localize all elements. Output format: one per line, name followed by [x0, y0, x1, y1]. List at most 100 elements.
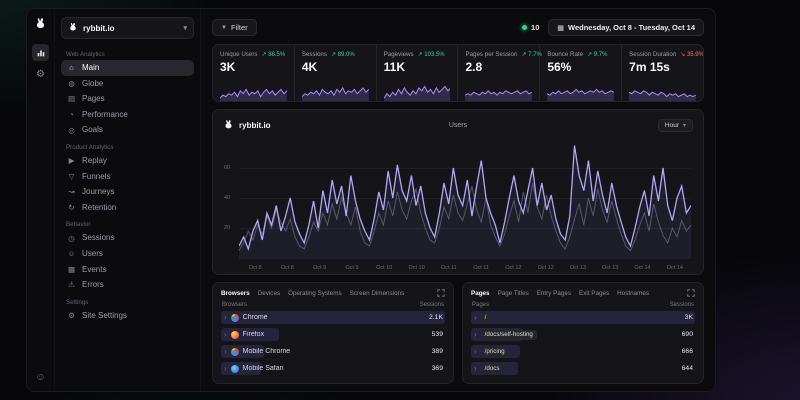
- gear-icon[interactable]: ⚙: [36, 70, 45, 80]
- chevron-right-icon: ›: [474, 347, 477, 356]
- sidebar-item-sessions[interactable]: ◷ Sessions: [61, 230, 194, 246]
- stat-session-duration[interactable]: Session Duration ↘ 35.9% 7m 15s: [622, 45, 703, 101]
- stat-pages-per-session[interactable]: Pages per Session ↗ 7.7% 2.8: [458, 45, 540, 101]
- trend-arrow-icon: ↘: [680, 52, 685, 58]
- chart-site-name: rybbit.io: [239, 121, 271, 130]
- sidebar-item-events[interactable]: ▦ Events: [61, 262, 194, 278]
- sparkline-chart: [547, 85, 614, 101]
- sidebar-item-label: Users: [82, 249, 103, 259]
- errors-icon: ⚠: [67, 280, 76, 289]
- stat-label: Pages per Session: [465, 51, 517, 58]
- sidebar-item-performance[interactable]: ◔ Performance: [61, 107, 194, 123]
- gridline: [239, 168, 691, 169]
- table-row[interactable]: › /docs/self-hosting 690: [471, 327, 695, 342]
- stat-label: Unique Users: [220, 51, 258, 58]
- y-axis-tick: 40: [224, 195, 230, 201]
- chevron-right-icon: ›: [224, 364, 227, 373]
- icon-rail: ⚙ ☺: [27, 9, 55, 391]
- live-visitors-badge[interactable]: 10: [522, 23, 539, 32]
- page-path-chip: /docs/self-hosting: [481, 330, 537, 340]
- table-row[interactable]: › /docs 644: [471, 361, 695, 376]
- stat-sessions[interactable]: Sessions ↗ 89.0% 4K: [295, 45, 377, 101]
- sidebar-item-label: Events: [82, 265, 106, 275]
- pages-icon: ▤: [67, 94, 76, 103]
- table-row[interactable]: › Mobile Safari 369: [221, 361, 445, 376]
- stat-change: ↗ 103.5%: [418, 51, 445, 58]
- rybbit-logo: [34, 17, 47, 35]
- table-row[interactable]: › Chrome 2.1K: [221, 310, 445, 325]
- sidebar-item-users[interactable]: ☺ Users: [61, 246, 194, 262]
- sidebar-item-globe[interactable]: ◍ Globe: [61, 76, 194, 92]
- account-icon[interactable]: ☺: [35, 372, 45, 383]
- expand-icon[interactable]: [437, 289, 445, 297]
- tab-pages[interactable]: Pages: [471, 290, 490, 297]
- interval-select[interactable]: Hour ▾: [658, 119, 693, 132]
- analytics-app-icon[interactable]: [32, 44, 49, 61]
- row-bar: [471, 311, 695, 324]
- stat-label: Pageviews: [384, 51, 414, 58]
- sidebar-item-retention[interactable]: ↻ Retention: [61, 200, 194, 216]
- site-selector[interactable]: rybbit.io ▾: [61, 17, 194, 39]
- stat-value: 7m 15s: [629, 60, 696, 74]
- tab-screen-dimensions[interactable]: Screen Dimensions: [350, 290, 405, 297]
- tab-devices[interactable]: Devices: [258, 290, 280, 297]
- chevron-right-icon: ›: [224, 330, 227, 339]
- column-headers: PagesSessions: [472, 302, 694, 308]
- sidebar-item-funnels[interactable]: ▽ Funnels: [61, 169, 194, 185]
- tab-hostnames[interactable]: Hostnames: [617, 290, 649, 297]
- tab-exit-pages[interactable]: Exit Pages: [579, 290, 609, 297]
- sidebar-item-errors[interactable]: ⚠ Errors: [61, 277, 194, 293]
- chevron-right-icon: ›: [224, 347, 227, 356]
- filter-button[interactable]: ▼ Filter: [212, 19, 257, 36]
- sparkline-chart: [302, 85, 369, 101]
- sidebar-item-main[interactable]: ⌂ Main: [61, 60, 194, 76]
- table-row[interactable]: › /pricing 666: [471, 344, 695, 359]
- row-value: 389: [432, 348, 445, 355]
- stat-pageviews[interactable]: Pageviews ↗ 103.5% 11K: [377, 45, 459, 101]
- date-range-button[interactable]: ▦ Wednesday, Oct 8 - Tuesday, Oct 14: [548, 19, 704, 36]
- stat-bounce-rate[interactable]: Bounce Rate ↗ 9.7% 56%: [540, 45, 622, 101]
- section-label-behavior: Behavior: [66, 221, 189, 228]
- stat-value: 56%: [547, 60, 614, 74]
- trend-arrow-icon: ↗: [418, 52, 423, 58]
- site-logo-icon: [68, 22, 78, 34]
- table-row[interactable]: › Firefox 539: [221, 327, 445, 342]
- sidebar-item-replay[interactable]: ▶ Replay: [61, 153, 194, 169]
- row-label: Firefox: [243, 331, 264, 338]
- table-row[interactable]: › / 3K: [471, 310, 695, 325]
- sidebar-item-label: Pages: [82, 94, 105, 104]
- sidebar-item-label: Performance: [82, 110, 128, 120]
- page-path-chip: /pricing: [481, 347, 509, 357]
- goals-icon: ◎: [67, 126, 76, 135]
- chrome-icon: [231, 348, 239, 356]
- sidebar-item-label: Goals: [82, 125, 103, 135]
- tab-operating-systems[interactable]: Operating Systems: [288, 290, 342, 297]
- sidebar-item-site-settings[interactable]: ⚙ Site Settings: [61, 308, 194, 324]
- chevron-down-icon: ▾: [183, 24, 187, 32]
- row-value: 666: [682, 348, 695, 355]
- chevron-right-icon: ›: [474, 313, 477, 322]
- expand-icon[interactable]: [687, 289, 695, 297]
- sidebar-item-label: Globe: [82, 79, 103, 89]
- sidebar-item-label: Errors: [82, 280, 104, 290]
- stat-label: Sessions: [302, 51, 327, 58]
- tab-entry-pages[interactable]: Entry Pages: [537, 290, 571, 297]
- main-content: ▼ Filter 10 ▦ Wednesday, Oct 8 - Tuesday…: [201, 9, 715, 391]
- sidebar-item-journeys[interactable]: ↝ Journeys: [61, 184, 194, 200]
- stat-unique-users[interactable]: Unique Users ↗ 88.5% 3K: [213, 45, 295, 101]
- stat-value: 4K: [302, 60, 369, 74]
- interval-value: Hour: [665, 122, 679, 129]
- sidebar-item-label: Journeys: [82, 187, 114, 197]
- filter-label: Filter: [231, 23, 248, 32]
- firefox-icon: [231, 331, 239, 339]
- sidebar-item-pages[interactable]: ▤ Pages: [61, 91, 194, 107]
- tab-page-titles[interactable]: Page Titles: [498, 290, 529, 297]
- tab-browsers[interactable]: Browsers: [221, 290, 250, 297]
- trend-arrow-icon: ↗: [331, 52, 336, 58]
- sidebar-item-goals[interactable]: ◎ Goals: [61, 122, 194, 138]
- stat-change: ↗ 88.5%: [262, 51, 286, 58]
- trend-arrow-icon: ↗: [262, 52, 267, 58]
- stat-value: 2.8: [465, 60, 532, 74]
- table-row[interactable]: › Mobile Chrome 389: [221, 344, 445, 359]
- stat-change: ↗ 89.0%: [331, 51, 355, 58]
